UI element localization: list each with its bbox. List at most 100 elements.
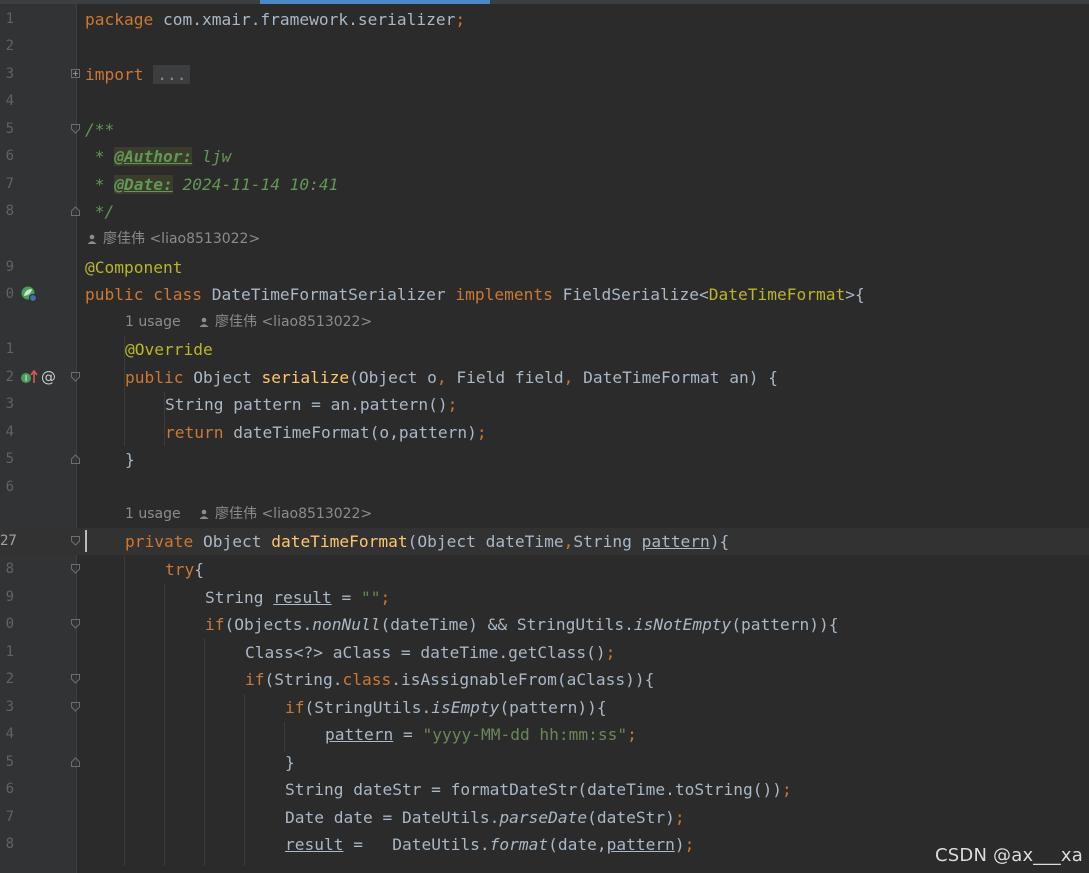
line-number: 1 (5, 341, 14, 357)
code-line[interactable]: 6 String dateStr = formatDateStr(dateTim… (0, 776, 1089, 803)
inlay-hint-row: 廖佳伟 <liao8513022> (0, 226, 1089, 253)
code-line[interactable]: 6 (0, 474, 1089, 501)
params: (Object dateTime (407, 532, 564, 551)
code-line[interactable]: 4 pattern = "yyyy-MM-dd hh:mm:ss"; (0, 721, 1089, 748)
code-line[interactable]: 8 */ (0, 198, 1089, 225)
expr: (String. (264, 670, 343, 689)
person-icon (199, 509, 209, 519)
keyword: if (205, 615, 225, 634)
expr: (StringUtils. (304, 698, 432, 717)
var-pattern: pattern (606, 835, 675, 854)
line-number: 2 (5, 671, 14, 687)
line-number: 4 (5, 424, 14, 440)
code-line[interactable]: 2 (0, 33, 1089, 60)
code-text: if(Objects.nonNull(dateTime) && StringUt… (205, 611, 839, 638)
code-line[interactable]: 5 /** (0, 116, 1089, 143)
keyword: class (143, 285, 202, 304)
code-line[interactable]: 9 @Component (0, 254, 1089, 281)
semicolon: ; (476, 423, 487, 442)
code-line[interactable]: 0 public class DateTimeFormatSerializer … (0, 281, 1089, 308)
code-editor[interactable]: 1 package com.xmair.framework.serializer… (0, 0, 1089, 873)
params: String (573, 532, 642, 551)
line-number: 1 (5, 644, 14, 660)
code-line[interactable]: 6 * @Author: ljw (0, 143, 1089, 170)
line-number: 0 (5, 616, 14, 632)
fold-end-icon[interactable] (71, 757, 80, 767)
line-number: 2 (5, 38, 14, 54)
author-hint[interactable]: 廖佳伟 <liao8513022> (199, 309, 372, 336)
code-line[interactable]: 3 if(StringUtils.isEmpty(pattern)){ (0, 694, 1089, 721)
line-number: 6 (5, 148, 14, 164)
code-text: */ (85, 198, 115, 225)
code-line[interactable]: 8 try{ (0, 556, 1089, 583)
code-text: if(StringUtils.isEmpty(pattern)){ (285, 694, 607, 721)
fold-end-icon[interactable] (71, 206, 80, 216)
code-text: public class DateTimeFormatSerializer im… (85, 281, 865, 308)
code-line[interactable]: 2 if(String.class.isAssignableFrom(aClas… (0, 666, 1089, 693)
code-text: public Object serialize(Object o, Field … (125, 364, 778, 391)
override-at-icon[interactable]: @ (41, 366, 56, 388)
code-line[interactable]: 7 * @Date: 2024-11-14 10:41 (0, 171, 1089, 198)
code-text: Class<?> aClass = dateTime.getClass(); (245, 639, 615, 666)
usage-hint[interactable]: 1 usage (125, 309, 181, 336)
keyword: class (342, 670, 392, 689)
code-line[interactable]: 0 if(Objects.nonNull(dateTime) && String… (0, 611, 1089, 638)
keyword: import (85, 65, 144, 84)
person-icon (199, 317, 209, 327)
code-text: * @Author: ljw (85, 143, 231, 170)
static-call: isNotEmpty (633, 615, 732, 634)
author-hint[interactable]: 廖佳伟 <liao8513022> (199, 501, 372, 528)
type: Object (183, 368, 262, 387)
spring-bean-icon[interactable] (20, 285, 38, 307)
static-call: format (489, 835, 549, 854)
code-line[interactable]: 9 String result = ""; (0, 584, 1089, 611)
statement: dateTimeFormat(o,pattern) (223, 423, 477, 442)
semicolon: ; (380, 588, 391, 607)
code-line[interactable]: 1 @Override (0, 336, 1089, 363)
active-tab-indicator (260, 0, 490, 4)
implements-method-icon[interactable]: I (20, 369, 38, 389)
params: DateTimeFormat an) { (573, 368, 779, 387)
collapsed-imports[interactable]: ... (153, 65, 191, 84)
code-line[interactable]: 7 Date date = DateUtils.parseDate(dateSt… (0, 804, 1089, 831)
fold-collapse-icon[interactable] (71, 702, 80, 712)
code-line[interactable]: 1 package com.xmair.framework.serializer… (0, 6, 1089, 33)
line-number: 3 (5, 699, 14, 715)
code-line[interactable]: 1 Class<?> aClass = dateTime.getClass(); (0, 639, 1089, 666)
keyword: return (165, 423, 224, 442)
fold-collapse-icon[interactable] (71, 536, 80, 546)
expr: .isAssignableFrom(aClass)){ (391, 670, 655, 689)
expr: (pattern)){ (731, 615, 839, 634)
author-hint[interactable]: 廖佳伟 <liao8513022> (87, 226, 260, 253)
line-number: 1 (5, 11, 14, 27)
comma: , (563, 368, 574, 387)
code-line[interactable]: 4 (0, 88, 1089, 115)
code-line[interactable]: 5 } (0, 446, 1089, 473)
fold-collapse-icon[interactable] (71, 674, 80, 684)
code-line[interactable]: 8 result = DateUtils.format(date,pattern… (0, 831, 1089, 858)
fold-collapse-icon[interactable] (71, 372, 80, 382)
line-number: 0 (5, 286, 14, 302)
doc-tag: @Date: (114, 175, 173, 194)
usage-hint[interactable]: 1 usage (125, 501, 181, 528)
var-result: result (273, 588, 332, 607)
brace: } (125, 450, 135, 469)
semicolon: ; (684, 835, 695, 854)
annotation: @Override (125, 340, 213, 359)
fold-expand-icon[interactable] (71, 69, 80, 79)
code-text: Date date = DateUtils.parseDate(dateStr)… (285, 804, 685, 831)
code-line[interactable]: 3 import ... (0, 61, 1089, 88)
code-line[interactable]: 2 I @ public Object serialize(Object o, … (0, 364, 1089, 391)
code-line-current[interactable]: 27 private Object dateTimeFormat(Object … (0, 528, 1089, 555)
code-line[interactable]: 3 String pattern = an.pattern(); (0, 391, 1089, 418)
svg-text:I: I (25, 374, 27, 383)
keyword: implements (455, 285, 553, 304)
fold-end-icon[interactable] (71, 454, 80, 464)
fold-collapse-icon[interactable] (71, 564, 80, 574)
fold-collapse-icon[interactable] (71, 124, 80, 134)
code-line[interactable]: 5 } (0, 749, 1089, 776)
operator: = (331, 588, 361, 607)
keyword: if (245, 670, 265, 689)
fold-collapse-icon[interactable] (71, 619, 80, 629)
code-line[interactable]: 4 return dateTimeFormat(o,pattern); (0, 419, 1089, 446)
